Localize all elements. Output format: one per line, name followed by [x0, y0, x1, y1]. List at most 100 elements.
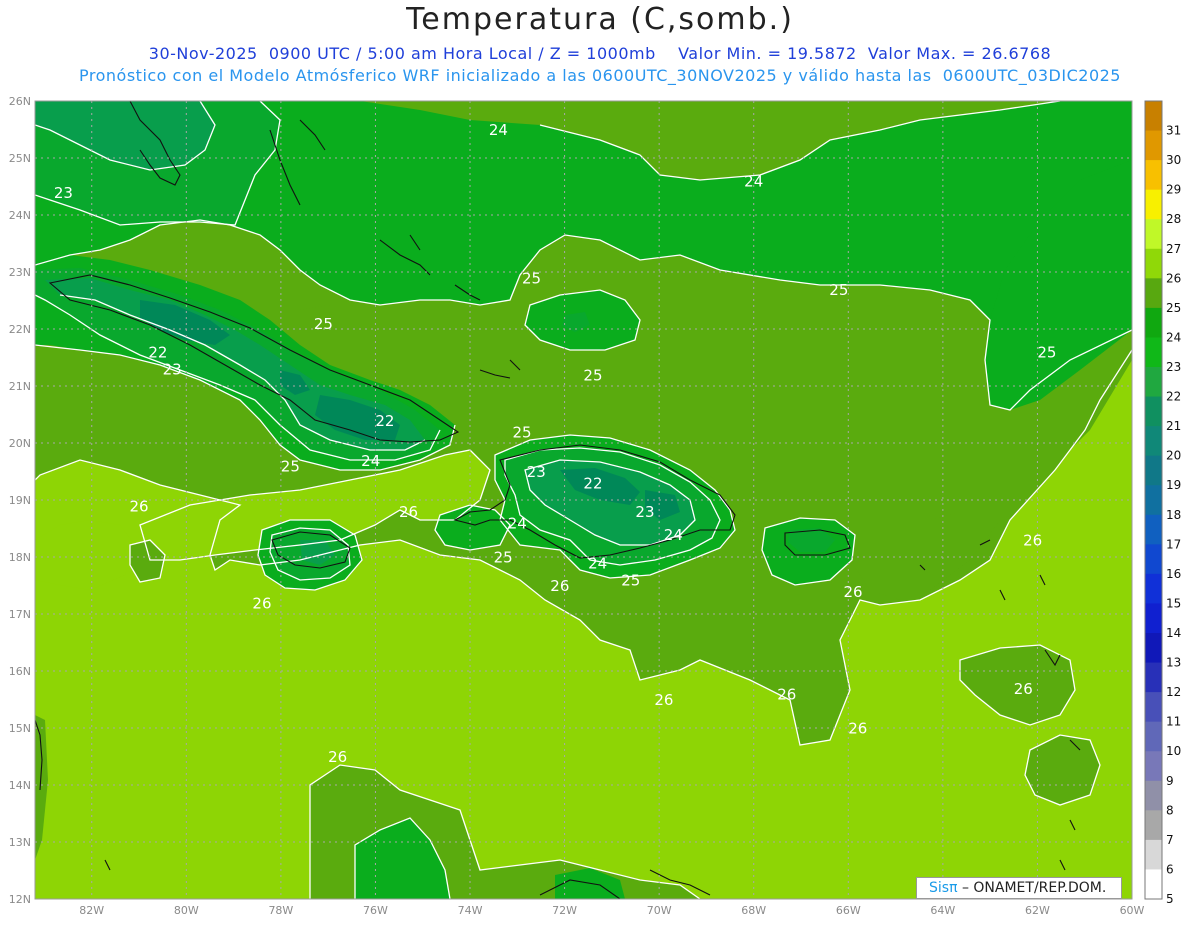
colorbar-label: 10: [1166, 744, 1181, 758]
colorbar-swatch: [1145, 455, 1162, 486]
contour-label: 26: [550, 577, 569, 595]
lon-tick-label: 72W: [552, 904, 577, 917]
lat-tick-label: 19N: [9, 494, 31, 507]
lon-tick-label: 64W: [930, 904, 955, 917]
latitude-ticks: 26N 25N 24N 23N 22N 21N 20N 19N 18N 17N 16N 15N 14N 1…: [9, 95, 31, 906]
lon-tick-label: 74W: [458, 904, 483, 917]
colorbar-swatch: [1145, 839, 1162, 870]
colorbar-swatch: [1145, 869, 1162, 900]
colorbar-label: 12: [1166, 685, 1181, 699]
lon-tick-label: 62W: [1025, 904, 1050, 917]
longitude-ticks: 82W 80W 78W 76W 74W 72W 70W 68W 66W 64W 62W 60W: [79, 904, 1144, 917]
colorbar-swatch: [1145, 219, 1162, 250]
colorbar-label: 17: [1166, 537, 1181, 551]
contour-label: 26: [777, 686, 796, 704]
colorbar-swatch: [1145, 189, 1162, 220]
colorbar-swatch: [1145, 573, 1162, 604]
lat-tick-label: 20N: [9, 437, 31, 450]
colorbar-swatch: [1145, 278, 1162, 309]
colorbar-label: 7: [1166, 833, 1174, 847]
contour-label: 26: [654, 691, 673, 709]
contour-label: 25: [281, 458, 300, 476]
colorbar-swatch: [1145, 396, 1162, 427]
contour-label: 24: [744, 173, 763, 191]
contour-label: 26: [848, 720, 867, 738]
lat-tick-label: 13N: [9, 836, 31, 849]
colorbar-label: 11: [1166, 715, 1181, 729]
lon-tick-label: 78W: [268, 904, 293, 917]
lat-tick-label: 18N: [9, 551, 31, 564]
contour-label: 24: [489, 121, 508, 139]
contour-label: 26: [328, 748, 347, 766]
lon-tick-label: 80W: [174, 904, 199, 917]
colorbar-swatch: [1145, 692, 1162, 723]
colorbar-swatch: [1145, 367, 1162, 398]
contour-label: 26: [843, 583, 862, 601]
contour-label: 23: [527, 463, 546, 481]
lat-tick-label: 22N: [9, 323, 31, 336]
colorbar-swatch: [1145, 485, 1162, 516]
colorbar-label: 6: [1166, 862, 1174, 876]
contour-label: 26: [1014, 680, 1033, 698]
contour-label: 25: [621, 572, 640, 590]
contour-label: 24: [508, 515, 527, 533]
contour-label: 22: [148, 344, 167, 362]
contour-label: 24: [361, 452, 380, 470]
credit-sis: Sisπ: [929, 880, 958, 896]
colorbar-swatch: [1145, 810, 1162, 841]
colorbar-swatch: [1145, 514, 1162, 545]
colorbar-label: 22: [1166, 390, 1181, 404]
contour-label: 26: [399, 503, 418, 521]
lon-tick-label: 60W: [1120, 904, 1145, 917]
lat-tick-label: 16N: [9, 665, 31, 678]
colorbar-swatch: [1145, 751, 1162, 782]
lon-tick-label: 68W: [741, 904, 766, 917]
lon-tick-label: 66W: [836, 904, 861, 917]
colorbar-swatch: [1145, 160, 1162, 191]
colorbar-swatch: [1145, 101, 1162, 132]
colorbar-swatch: [1145, 426, 1162, 457]
colorbar-label: 9: [1166, 774, 1174, 788]
colorbar-label: 20: [1166, 449, 1181, 463]
contour-label: 25: [583, 366, 602, 384]
lat-tick-label: 17N: [9, 608, 31, 621]
lat-tick-label: 14N: [9, 779, 31, 792]
contour-label: 23: [635, 503, 654, 521]
colorbar-swatch: [1145, 130, 1162, 161]
colorbar-label: 25: [1166, 301, 1181, 315]
temperature-map: 26N 25N 24N 23N 22N 21N 20N 19N 18N 17N 16N 15N 14N 1…: [9, 95, 1182, 917]
colorbar-label: 14: [1166, 626, 1181, 640]
colorbar-swatch: [1145, 337, 1162, 368]
contour-label: 25: [522, 269, 541, 287]
lat-tick-label: 21N: [9, 380, 31, 393]
contour-label: 24: [588, 554, 607, 572]
colorbar-swatch: [1145, 633, 1162, 664]
colorbar-label: 24: [1166, 330, 1181, 344]
contour-label: 23: [54, 184, 73, 202]
colorbar: 31 30 29 28 27 26 25 24 23 22 21 20 19 18 17 16 15 14 13 12…: [1144, 100, 1181, 906]
credit-org: – ONAMET/REP.DOM.: [957, 880, 1107, 896]
contour-label: 25: [1037, 344, 1056, 362]
colorbar-label: 26: [1166, 271, 1181, 285]
lon-tick-label: 70W: [647, 904, 672, 917]
lat-tick-label: 24N: [9, 209, 31, 222]
contour-label: 25: [494, 549, 513, 567]
colorbar-label: 27: [1166, 242, 1181, 256]
contour-label: 26: [252, 594, 271, 612]
lat-tick-label: 12N: [9, 893, 31, 906]
colorbar-label: 18: [1166, 508, 1181, 522]
colorbar-swatch: [1145, 307, 1162, 338]
contour-label: 26: [1023, 532, 1042, 550]
contour-label: 25: [314, 315, 333, 333]
colorbar-label: 29: [1166, 183, 1181, 197]
lat-tick-label: 26N: [9, 95, 31, 108]
colorbar-label: 30: [1166, 153, 1181, 167]
contour-label: 23: [163, 361, 182, 379]
contour-label: 24: [664, 526, 683, 544]
colorbar-swatch: [1145, 780, 1162, 811]
colorbar-label: 13: [1166, 656, 1181, 670]
colorbar-swatch: [1145, 544, 1162, 575]
colorbar-label: 16: [1166, 567, 1181, 581]
contour-label: 25: [512, 423, 531, 441]
colorbar-swatch: [1145, 662, 1162, 693]
